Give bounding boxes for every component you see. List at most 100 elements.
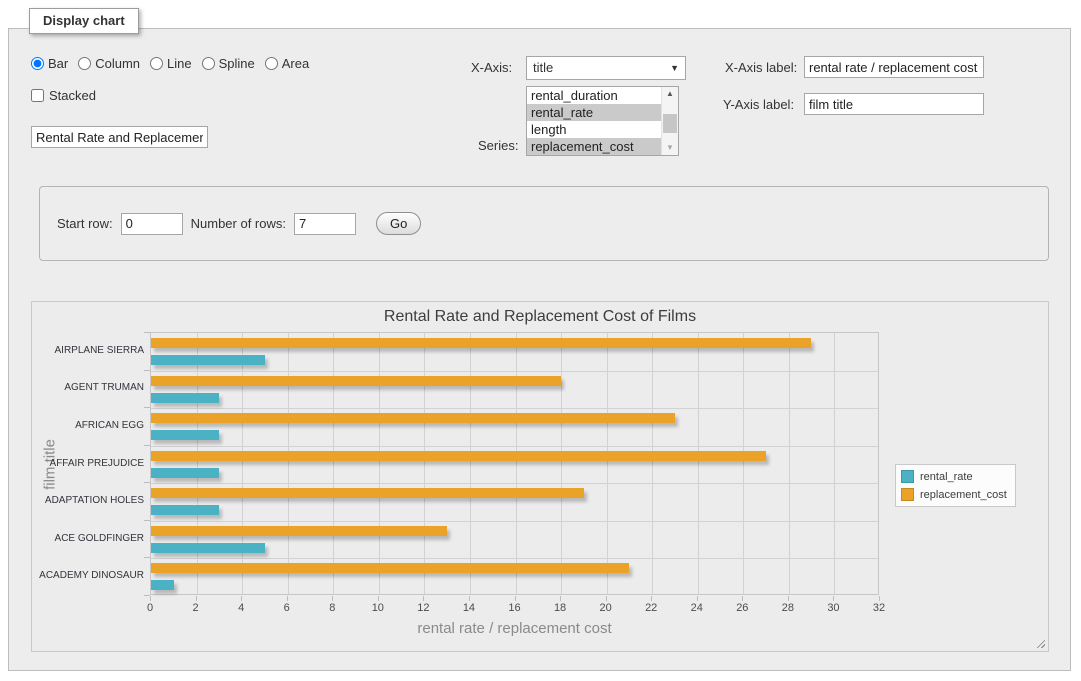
gridline-horizontal (151, 371, 878, 372)
legend-item-replacement_cost: replacement_cost (901, 488, 1007, 501)
legend-swatch (901, 488, 914, 501)
gridline-horizontal (151, 408, 878, 409)
bar-replacement_cost (151, 488, 584, 498)
bar-rental_rate (151, 580, 174, 590)
gridline-vertical (424, 333, 425, 594)
chart-type-option-spline[interactable]: Spline (202, 56, 255, 71)
x-tickmark (651, 596, 652, 601)
y-tickmark (144, 407, 150, 408)
xaxis-label-input[interactable] (804, 56, 984, 78)
x-tick-label: 4 (238, 602, 244, 614)
series-option-rental_duration[interactable]: rental_duration (527, 87, 661, 104)
stacked-label: Stacked (49, 88, 96, 103)
chart-type-radio-area[interactable] (265, 57, 278, 70)
xaxis-select[interactable]: title ▼ (526, 56, 686, 80)
chart-title-input[interactable] (31, 126, 208, 148)
x-tickmark (287, 596, 288, 601)
x-tickmark (196, 596, 197, 601)
gridline-horizontal (151, 483, 878, 484)
chart-type-radio-spline[interactable] (202, 57, 215, 70)
x-tickmark (150, 596, 151, 601)
fieldset-legend: Display chart (29, 8, 139, 34)
x-tickmark (742, 596, 743, 601)
resize-handle-icon[interactable] (1034, 637, 1045, 648)
start-row-label: Start row: (57, 216, 113, 231)
chart-type-radio-column[interactable] (78, 57, 91, 70)
y-tickmark (144, 332, 150, 333)
chart-type-label: Area (282, 56, 309, 71)
series-option-rental_rate[interactable]: rental_rate (527, 104, 661, 121)
start-row-input[interactable] (121, 213, 183, 235)
bar-rental_rate (151, 393, 219, 403)
y-category-label: ADAPTATION HOLES (34, 495, 144, 507)
series-listbox[interactable]: ▲ ▼ rental_durationrental_ratelengthrepl… (526, 86, 679, 156)
scroll-up-icon[interactable]: ▲ (662, 87, 678, 101)
chart-type-option-area[interactable]: Area (265, 56, 309, 71)
y-category-label: ACE GOLDFINGER (34, 533, 144, 545)
series-option-length[interactable]: length (527, 121, 661, 138)
y-category-label: AFFAIR PREJUDICE (34, 458, 144, 470)
xaxis-field-label: X-Axis: (471, 60, 512, 75)
gridline-vertical (288, 333, 289, 594)
bar-rental_rate (151, 355, 265, 365)
chart-type-option-bar[interactable]: Bar (31, 56, 68, 71)
x-tick-label: 2 (193, 602, 199, 614)
gridline-vertical (743, 333, 744, 594)
x-tick-label: 16 (508, 602, 520, 614)
bar-rental_rate (151, 430, 219, 440)
num-rows-label: Number of rows: (191, 216, 286, 231)
bar-replacement_cost (151, 451, 766, 461)
gridline-vertical (834, 333, 835, 594)
legend-label: replacement_cost (920, 489, 1007, 501)
dropdown-arrow-icon: ▼ (670, 64, 679, 73)
chart-type-radio-line[interactable] (150, 57, 163, 70)
x-tick-label: 10 (372, 602, 384, 614)
x-tickmark (378, 596, 379, 601)
chart-type-label: Column (95, 56, 140, 71)
x-tick-label: 32 (873, 602, 885, 614)
yaxis-label-field-label: Y-Axis label: (723, 97, 794, 112)
scroll-down-icon[interactable]: ▼ (662, 141, 678, 155)
x-tick-label: 0 (147, 602, 153, 614)
x-tick-label: 14 (463, 602, 475, 614)
gridline-vertical (333, 333, 334, 594)
chart-title: Rental Rate and Replacement Cost of Film… (32, 308, 1048, 326)
stacked-option[interactable]: Stacked (31, 88, 96, 103)
gridline-vertical (561, 333, 562, 594)
y-tickmark (144, 595, 150, 596)
num-rows-input[interactable] (294, 213, 356, 235)
x-tick-label: 24 (691, 602, 703, 614)
chart-type-label: Spline (219, 56, 255, 71)
chart-type-radio-bar[interactable] (31, 57, 44, 70)
x-tick-label: 6 (284, 602, 290, 614)
chart-type-option-line[interactable]: Line (150, 56, 192, 71)
x-tickmark (697, 596, 698, 601)
go-button[interactable]: Go (376, 212, 421, 235)
gridline-vertical (698, 333, 699, 594)
bar-rental_rate (151, 505, 219, 515)
x-tick-label: 8 (329, 602, 335, 614)
y-tickmark (144, 557, 150, 558)
gridline-horizontal (151, 446, 878, 447)
x-tick-label: 18 (554, 602, 566, 614)
gridline-vertical (379, 333, 380, 594)
y-tickmark (144, 370, 150, 371)
gridline-horizontal (151, 558, 878, 559)
scrollbar-thumb[interactable] (663, 114, 677, 133)
xaxis-selected-value: title (533, 60, 553, 75)
gridline-vertical (652, 333, 653, 594)
x-tickmark (788, 596, 789, 601)
yaxis-label-input[interactable] (804, 93, 984, 115)
x-tickmark (332, 596, 333, 601)
stacked-checkbox[interactable] (31, 89, 44, 102)
chart-legend: rental_ratereplacement_cost (895, 464, 1016, 507)
series-option-replacement_cost[interactable]: replacement_cost (527, 138, 661, 155)
chart-type-option-column[interactable]: Column (78, 56, 140, 71)
x-tickmark (423, 596, 424, 601)
chart-panel: Rental Rate and Replacement Cost of Film… (31, 301, 1049, 652)
x-tick-label: 26 (736, 602, 748, 614)
series-scrollbar[interactable]: ▲ ▼ (661, 87, 678, 155)
display-chart-fieldset: Display chart BarColumnLineSplineArea St… (8, 28, 1071, 671)
bar-rental_rate (151, 543, 265, 553)
xaxis-title: rental rate / replacement cost (150, 620, 879, 637)
